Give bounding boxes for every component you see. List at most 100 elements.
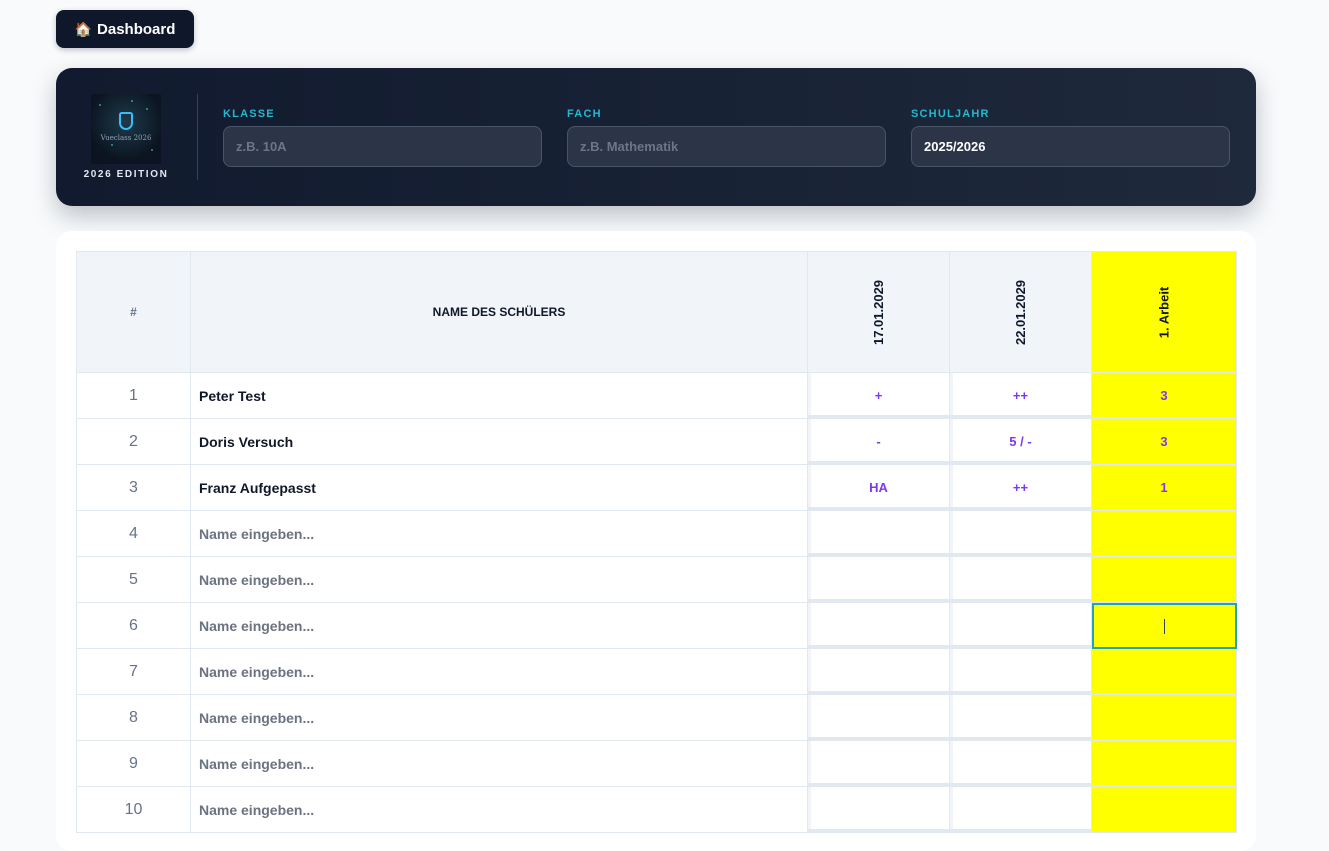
grade-cell-exam[interactable] <box>1091 648 1237 695</box>
klasse-label: KLASSE <box>223 108 275 120</box>
column-header-name: NAME DES SCHÜLERS <box>190 251 808 373</box>
klasse-input[interactable] <box>223 126 542 167</box>
grade-cell-date-1[interactable] <box>807 740 950 787</box>
column-header-exam[interactable]: 1. Arbeit <box>1091 251 1237 373</box>
student-name-input[interactable] <box>199 709 799 726</box>
column-header-date-1[interactable]: 17.01.2029 <box>807 251 950 373</box>
student-name-cell[interactable] <box>190 602 808 649</box>
student-name-cell[interactable] <box>190 556 808 603</box>
edition-label: 2026 EDITION <box>83 169 169 180</box>
grade-cell-date-2[interactable] <box>949 510 1092 557</box>
student-name-cell[interactable] <box>190 510 808 557</box>
grade-cell-date-1[interactable] <box>807 694 950 741</box>
student-name-input[interactable] <box>199 755 799 772</box>
grade-cell-date-2[interactable] <box>949 786 1092 833</box>
grade-cell-exam[interactable]: 1 <box>1091 464 1237 511</box>
table-row: 2 -5 / -3 <box>76 418 1237 465</box>
table-row: 8 <box>76 694 1237 741</box>
row-number: 10 <box>76 786 191 833</box>
grade-cell-date-2[interactable] <box>949 694 1092 741</box>
table-row: 4 <box>76 510 1237 557</box>
fach-field-group: FACH <box>567 108 886 167</box>
student-name-input[interactable] <box>199 663 799 680</box>
klasse-field-group: KLASSE <box>223 108 542 167</box>
text-caret <box>1163 618 1165 634</box>
grade-cell-date-1[interactable] <box>807 786 950 833</box>
dashboard-label: Dashboard <box>97 20 176 38</box>
grade-cell-date-2[interactable] <box>949 556 1092 603</box>
schuljahr-field-group: SCHULJAHR <box>911 108 1230 167</box>
table-row: 9 <box>76 740 1237 787</box>
grade-cell-date-2[interactable]: ++ <box>949 372 1092 419</box>
student-name-input[interactable] <box>199 801 799 818</box>
logo: Vueclass 2026 2026 EDITION <box>76 94 176 180</box>
grade-cell-exam[interactable] <box>1091 556 1237 603</box>
grade-table: # NAME DES SCHÜLERS 17.01.2029 22.01.202… <box>76 251 1237 833</box>
fach-label: FACH <box>567 108 602 120</box>
grade-cell-date-1[interactable] <box>807 556 950 603</box>
table-row: 6 <box>76 602 1237 649</box>
shield-icon <box>119 112 133 130</box>
row-number: 2 <box>76 418 191 465</box>
grade-cell-date-2[interactable]: ++ <box>949 464 1092 511</box>
divider <box>197 94 198 180</box>
schuljahr-label: SCHULJAHR <box>911 108 990 120</box>
student-name-input[interactable] <box>199 571 799 588</box>
student-name-input[interactable] <box>199 617 799 634</box>
student-name-input[interactable] <box>199 525 799 542</box>
grade-cell-exam[interactable]: 3 <box>1091 372 1237 419</box>
student-name-input[interactable] <box>199 387 799 404</box>
grade-cell-date-1[interactable] <box>807 510 950 557</box>
grade-cell-date-1[interactable]: + <box>807 372 950 419</box>
student-name-input[interactable] <box>199 479 799 496</box>
grade-cell-date-1[interactable] <box>807 648 950 695</box>
home-icon: 🏠 <box>74 20 93 37</box>
schuljahr-input[interactable] <box>911 126 1230 167</box>
grade-cell-exam[interactable]: 3 <box>1091 418 1237 465</box>
date-label: 17.01.2029 <box>870 279 886 345</box>
table-row: 5 <box>76 556 1237 603</box>
grade-cell-date-1[interactable]: - <box>807 418 950 465</box>
grade-cell-exam[interactable] <box>1091 602 1237 649</box>
grade-cell-exam[interactable] <box>1091 740 1237 787</box>
grade-cell-date-2[interactable]: 5 / - <box>949 418 1092 465</box>
row-number: 1 <box>76 372 191 419</box>
grade-cell-date-1[interactable] <box>807 602 950 649</box>
column-header-number: # <box>76 251 191 373</box>
row-number: 3 <box>76 464 191 511</box>
student-name-cell[interactable] <box>190 740 808 787</box>
student-name-cell[interactable] <box>190 694 808 741</box>
student-name-input[interactable] <box>199 433 799 450</box>
student-name-cell[interactable] <box>190 648 808 695</box>
row-number: 9 <box>76 740 191 787</box>
grade-cell-exam[interactable] <box>1091 786 1237 833</box>
student-name-cell[interactable] <box>190 786 808 833</box>
class-header-card: Vueclass 2026 2026 EDITION KLASSE FACH S… <box>56 68 1256 206</box>
grade-cell-exam[interactable] <box>1091 510 1237 557</box>
row-number: 8 <box>76 694 191 741</box>
grade-cell-date-2[interactable] <box>949 740 1092 787</box>
row-number: 5 <box>76 556 191 603</box>
exam-label: 1. Arbeit <box>1156 286 1172 338</box>
grade-cell-date-1[interactable]: HA <box>807 464 950 511</box>
student-name-cell[interactable] <box>190 464 808 511</box>
table-row: 1 +++3 <box>76 372 1237 419</box>
table-row: 10 <box>76 786 1237 833</box>
row-number: 7 <box>76 648 191 695</box>
row-number: 4 <box>76 510 191 557</box>
date-label: 22.01.2029 <box>1012 279 1028 345</box>
logo-image: Vueclass 2026 <box>91 94 161 164</box>
grade-cell-exam[interactable] <box>1091 694 1237 741</box>
logo-text: Vueclass 2026 <box>100 134 152 142</box>
table-row: 7 <box>76 648 1237 695</box>
column-header-date-2[interactable]: 22.01.2029 <box>949 251 1092 373</box>
grade-table-card: # NAME DES SCHÜLERS 17.01.2029 22.01.202… <box>56 231 1256 851</box>
table-row: 3 HA++1 <box>76 464 1237 511</box>
row-number: 6 <box>76 602 191 649</box>
student-name-cell[interactable] <box>190 418 808 465</box>
grade-cell-date-2[interactable] <box>949 602 1092 649</box>
student-name-cell[interactable] <box>190 372 808 419</box>
grade-cell-date-2[interactable] <box>949 648 1092 695</box>
dashboard-button[interactable]: 🏠 Dashboard <box>56 10 194 48</box>
fach-input[interactable] <box>567 126 886 167</box>
